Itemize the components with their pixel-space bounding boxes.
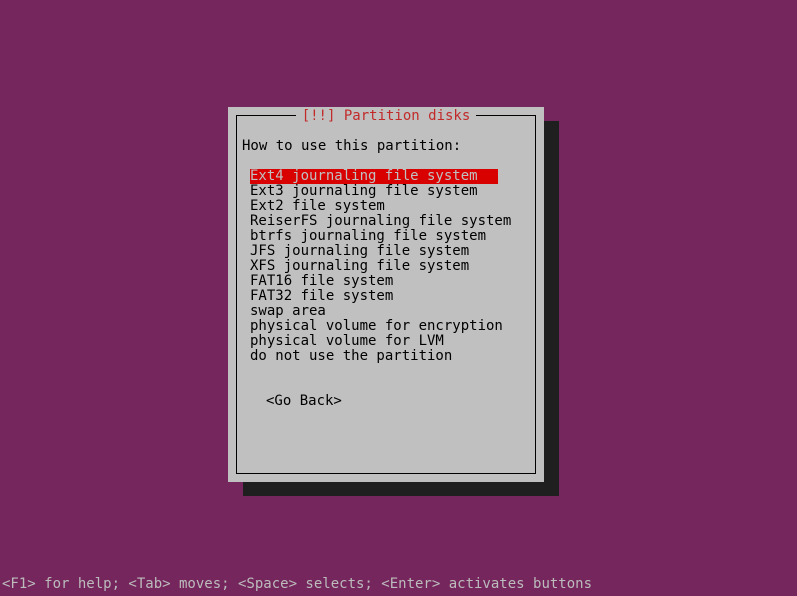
option-swap[interactable]: swap area <box>250 303 326 319</box>
partition-use-menu: Ext4 journaling file system Ext3 journal… <box>250 169 530 364</box>
option-xfs[interactable]: XFS journaling file system <box>250 258 469 274</box>
dialog-title-wrap: [!!] Partition disks <box>228 109 544 124</box>
option-ext3[interactable]: Ext3 journaling file system <box>250 183 478 199</box>
dialog-title: [!!] Partition disks <box>296 109 477 124</box>
option-lvm-pv[interactable]: physical volume for LVM <box>250 333 444 349</box>
option-encryption-pv[interactable]: physical volume for encryption <box>250 318 503 334</box>
option-jfs[interactable]: JFS journaling file system <box>250 243 469 259</box>
option-btrfs[interactable]: btrfs journaling file system <box>250 228 486 244</box>
option-ext2[interactable]: Ext2 file system <box>250 198 385 214</box>
installer-screen: [!!] Partition disks How to use this par… <box>0 0 797 596</box>
dialog-body: How to use this partition: Ext4 journali… <box>242 139 530 468</box>
option-reiserfs[interactable]: ReiserFS journaling file system <box>250 213 511 229</box>
option-fat32[interactable]: FAT32 file system <box>250 288 393 304</box>
option-do-not-use[interactable]: do not use the partition <box>250 348 452 364</box>
help-bar: <F1> for help; <Tab> moves; <Space> sele… <box>2 577 592 592</box>
partition-disks-dialog: [!!] Partition disks How to use this par… <box>228 107 544 482</box>
go-back-button[interactable]: <Go Back> <box>266 393 342 409</box>
option-fat16[interactable]: FAT16 file system <box>250 273 393 289</box>
option-ext4[interactable]: Ext4 journaling file system <box>250 169 498 184</box>
dialog-prompt: How to use this partition: <box>242 139 530 154</box>
